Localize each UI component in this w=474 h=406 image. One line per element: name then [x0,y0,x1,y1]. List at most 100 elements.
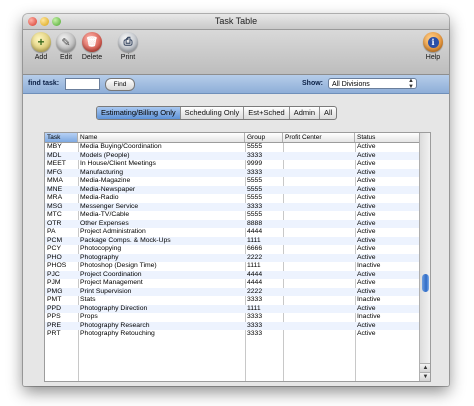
find-task-input[interactable] [65,78,100,90]
table-row[interactable]: PMT Stats 3333 Inactive [45,296,419,305]
cell-group: 6666 [247,245,263,252]
scroll-down-arrow-icon[interactable]: ▼ [420,372,430,381]
cell-name: Media-Radio [80,194,119,201]
table-row[interactable]: PRE Photography Research 3333 Active [45,321,419,330]
help-button[interactable]: i Help [420,32,446,61]
cell-task: MSG [47,202,63,210]
column-header-group[interactable]: Group [245,133,283,142]
toolbar: + Add ✎ Edit 🗑 Delete ⎙ Print i Help [23,30,449,75]
cell-group: 3333 [247,321,263,329]
table-row[interactable]: PHOS Photoshop (Design Time) 1111 Inactive [45,262,419,271]
table-row[interactable]: MMA Media-Magazine 5555 Active [45,177,419,186]
table-body: MBY Media Buying/Coordination 5555 Active MD… [45,143,419,381]
tab-scheduling-only[interactable]: Scheduling Only [181,107,245,119]
info-glyph: i [427,36,439,48]
cell-status: Active [357,287,376,295]
cell-group: 4444 [247,279,263,286]
cell-group: 1111 [247,262,261,269]
column-header-status[interactable]: Status [355,133,419,142]
select-arrows-icon: ▲ ▼ [408,78,414,90]
table-row[interactable]: MBY Media Buying/Coordination 5555 Active [45,143,419,152]
tab-all[interactable]: All [320,107,336,119]
cell-status: Active [357,194,376,201]
cell-task: PCM [47,236,63,244]
show-division-select[interactable]: All Divisions ▲ ▼ [328,78,417,90]
edit-button[interactable]: ✎ Edit [53,32,79,61]
cell-name: Photography Research [80,321,150,329]
cell-status: Active [357,168,376,176]
cell-status: Active [357,245,376,252]
add-button[interactable]: + Add [28,32,54,61]
task-table: Task Name Group Profit Center Status MBY… [44,132,431,382]
scroll-up-arrow-icon[interactable]: ▲ [420,363,430,372]
table-row[interactable]: PA Project Administration 4444 Active [45,228,419,237]
table-row[interactable]: PJM Project Management 4444 Active [45,279,419,288]
cell-task: PRT [47,330,61,337]
cell-group: 3333 [247,202,263,210]
table-row[interactable]: PPS Props 3333 Inactive [45,313,419,322]
table-row[interactable]: MFG Manufacturing 3333 Active [45,168,419,177]
column-header-task[interactable]: Task [45,133,78,142]
find-button[interactable]: Find [105,78,135,91]
table-row[interactable]: PCM Package Comps. & Mock-Ups 1111 Active [45,236,419,245]
table-row[interactable]: MSG Messenger Service 3333 Active [45,202,419,211]
cell-status: Active [357,219,376,227]
help-label: Help [425,54,441,61]
cell-group: 3333 [247,151,263,159]
tab-admin[interactable]: Admin [290,107,320,119]
cell-name: Manufacturing [80,168,124,176]
tab-est-sched[interactable]: Est+Sched [244,107,290,119]
table-row[interactable]: MRA Media-Radio 5555 Active [45,194,419,203]
cell-group: 1111 [247,236,261,244]
cell-status: Active [357,253,376,261]
cell-name: Other Expenses [80,219,129,227]
cell-task: PMG [47,287,63,295]
cell-group: 3333 [247,330,263,337]
cell-group: 3333 [247,296,263,303]
column-header-name[interactable]: Name [78,133,245,142]
cell-status: Active [357,177,376,184]
cell-task: MBY [47,143,62,150]
cell-group: 2222 [247,287,263,295]
column-header-profit-center[interactable]: Profit Center [283,133,355,142]
scrollbar-thumb[interactable] [422,274,429,292]
cell-task: MTC [47,211,62,218]
cell-task: PPD [47,304,61,312]
vertical-scrollbar[interactable]: ▲ ▼ [419,133,430,381]
delete-button[interactable]: 🗑 Delete [79,32,105,61]
table-row[interactable]: MNE Media-Newspaper 5555 Active [45,185,419,194]
print-button[interactable]: ⎙ Print [115,32,141,61]
cell-status: Inactive [357,313,381,320]
table-row[interactable]: OTR Other Expenses 8888 Active [45,219,419,228]
tab-estimating-billing-only[interactable]: Estimating/Billing Only [97,107,181,119]
cell-task: MEET [47,160,66,167]
cell-task: PJC [47,270,60,278]
table-row[interactable]: PJC Project Coordination 4444 Active [45,270,419,279]
cell-group: 4444 [247,228,263,235]
cell-task: PHOS [47,262,67,269]
cell-status: Active [357,143,376,150]
cell-task: PPS [47,313,61,320]
cell-status: Active [357,185,376,193]
content-area: Estimating/Billing Only Scheduling Only Es… [23,94,449,386]
table-row[interactable]: PRT Photography Retouching 3333 Active [45,330,419,339]
cell-task: PHO [47,253,62,261]
table-row[interactable]: MEET In House/Client Meetings 9999 Active [45,160,419,169]
cell-name: In House/Client Meetings [80,160,156,167]
cell-status: Active [357,304,376,312]
cell-name: Photography Direction [80,304,148,312]
table-row[interactable]: PCY Photocopying 6666 Active [45,245,419,254]
table-row[interactable]: PPD Photography Direction 1111 Active [45,304,419,313]
cell-name: Package Comps. & Mock-Ups [80,236,171,244]
cell-status: Active [357,236,376,244]
table-row[interactable]: MDL Models (People) 3333 Active [45,151,419,160]
cell-group: 5555 [247,211,263,218]
cell-status: Active [357,228,376,235]
table-row[interactable]: MTC Media-TV/Cable 5555 Active [45,211,419,220]
title-bar[interactable]: Task Table [23,14,449,30]
printer-icon: ⎙ [118,32,138,52]
table-row[interactable]: PMG Print Supervision 2222 Active [45,287,419,296]
table-row[interactable]: PHO Photography 2222 Active [45,253,419,262]
cell-group: 5555 [247,185,263,193]
cell-name: Props [80,313,98,320]
